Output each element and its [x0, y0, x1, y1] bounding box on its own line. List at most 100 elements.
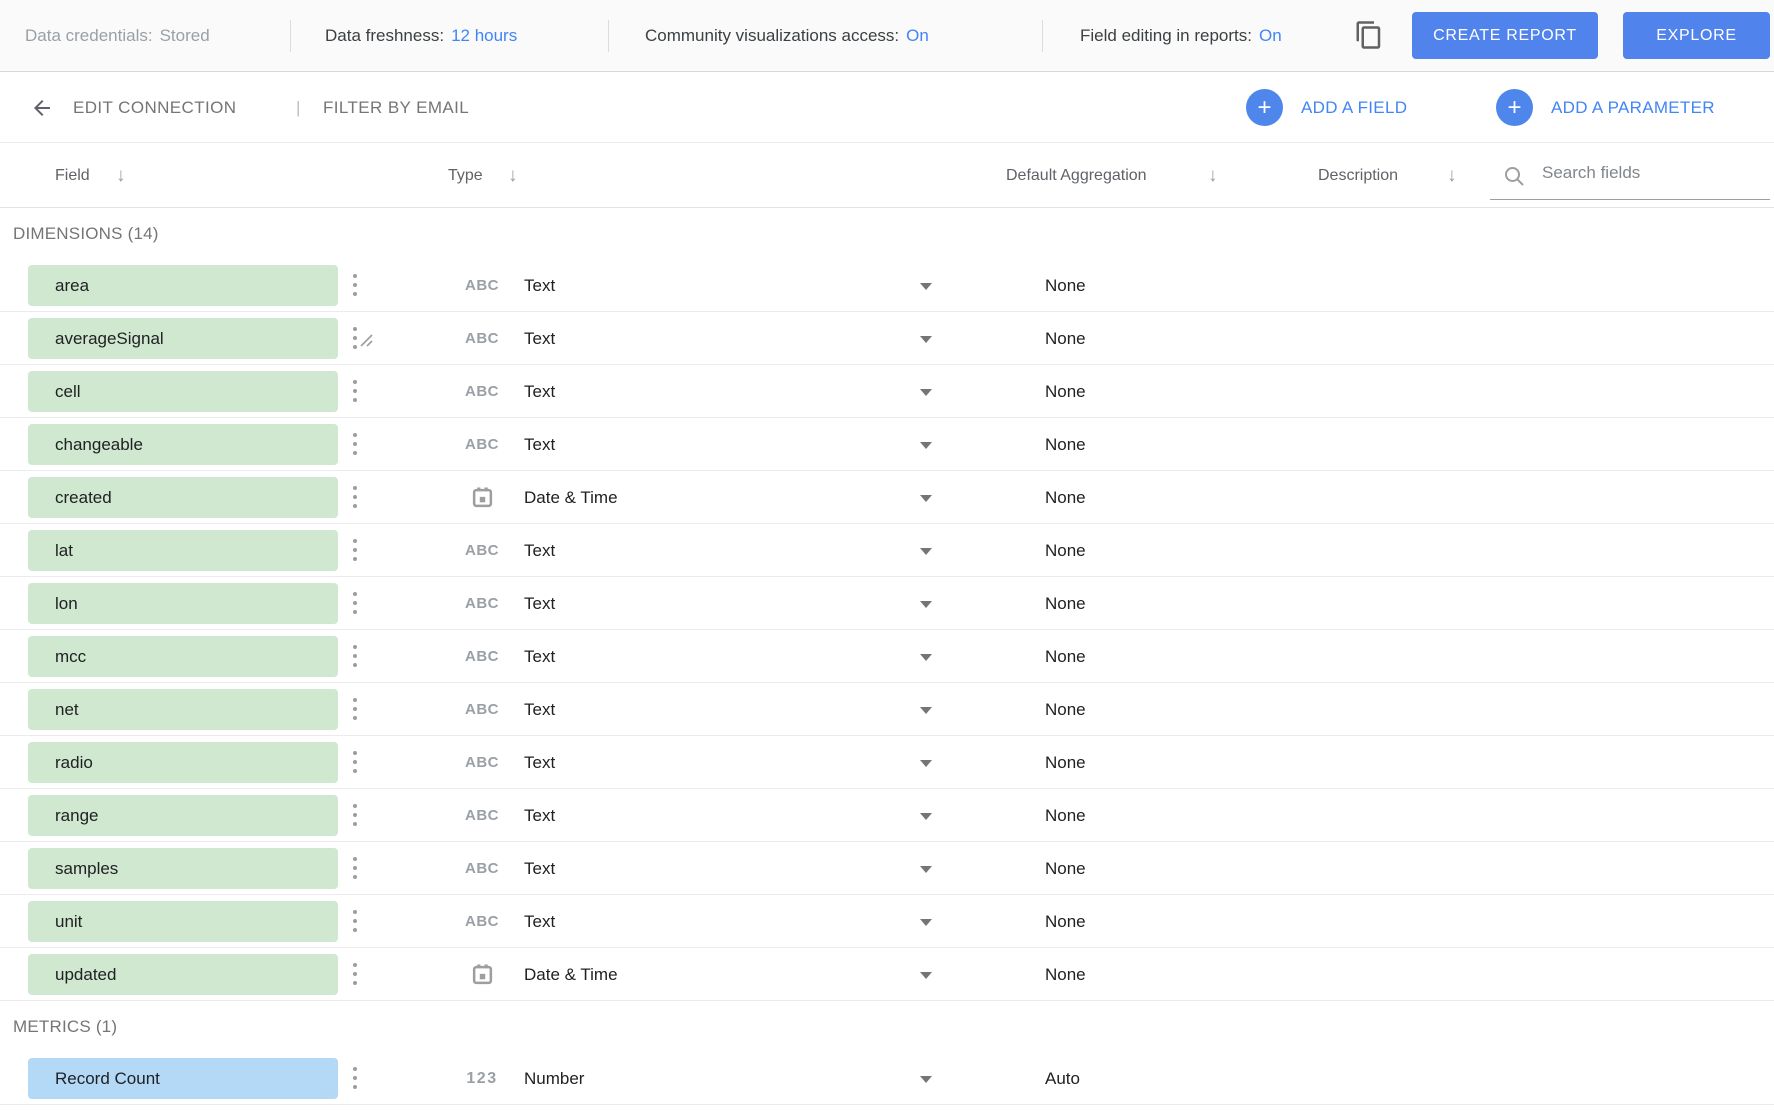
- sort-arrow-icon[interactable]: ↓: [508, 143, 518, 208]
- type-select[interactable]: ABC 123 Date & Time: [460, 471, 935, 524]
- field-pill[interactable]: range: [28, 795, 338, 836]
- more-options-button[interactable]: [348, 375, 362, 407]
- more-options-button[interactable]: [348, 322, 362, 354]
- back-arrow-icon[interactable]: [24, 72, 60, 143]
- copy-icon[interactable]: [1352, 19, 1386, 53]
- more-options-button[interactable]: [348, 905, 362, 937]
- more-options-button[interactable]: [348, 958, 362, 990]
- field-pill[interactable]: updated: [28, 954, 338, 995]
- field-name: lat: [55, 541, 73, 561]
- sort-arrow-icon[interactable]: ↓: [1208, 143, 1218, 208]
- field-row: averageSignal ABC 123 Text None: [0, 312, 1774, 365]
- dropdown-caret-icon: [920, 548, 932, 561]
- field-name: radio: [55, 753, 93, 773]
- field-list: DIMENSIONS (14) area ABC 123 Text None a…: [0, 208, 1774, 1105]
- plus-icon: +: [1496, 89, 1533, 126]
- type-select[interactable]: ABC 123 Text: [460, 312, 935, 365]
- more-options-button[interactable]: [348, 481, 362, 513]
- data-freshness-value-link[interactable]: 12 hours: [451, 26, 517, 46]
- search-fields-input[interactable]: [1490, 147, 1770, 200]
- field-editing-value-link[interactable]: On: [1259, 26, 1282, 46]
- column-type: Type: [448, 143, 483, 208]
- type-label: Date & Time: [524, 965, 618, 985]
- dropdown-caret-icon: [920, 389, 932, 402]
- field-pill[interactable]: cell: [28, 371, 338, 412]
- field-name: net: [55, 700, 79, 720]
- type-select[interactable]: ABC 123 Text: [460, 895, 935, 948]
- aggregation-value: None: [1045, 524, 1086, 577]
- type-select[interactable]: ABC 123 Text: [460, 789, 935, 842]
- aggregation-value: None: [1045, 418, 1086, 471]
- field-pill[interactable]: unit: [28, 901, 338, 942]
- field-pill[interactable]: changeable: [28, 424, 338, 465]
- field-pill[interactable]: averageSignal: [28, 318, 338, 359]
- explore-button[interactable]: EXPLORE: [1623, 12, 1770, 59]
- more-options-button[interactable]: [348, 534, 362, 566]
- search-fields-box: [1490, 143, 1770, 208]
- type-select[interactable]: ABC 123 Text: [460, 365, 935, 418]
- dropdown-caret-icon: [920, 1076, 932, 1089]
- create-report-button[interactable]: CREATE REPORT: [1412, 12, 1598, 59]
- type-select[interactable]: ABC 123 Text: [460, 418, 935, 471]
- section-title: DIMENSIONS (14): [0, 208, 1774, 259]
- type-select[interactable]: ABC 123 Text: [460, 577, 935, 630]
- dropdown-caret-icon: [920, 336, 932, 349]
- field-pill[interactable]: net: [28, 689, 338, 730]
- more-options-button[interactable]: [348, 269, 362, 301]
- add-a-parameter-button[interactable]: + ADD A PARAMETER: [1496, 72, 1715, 143]
- filter-by-email-button[interactable]: FILTER BY EMAIL: [323, 72, 469, 143]
- text-type-icon: ABC: [460, 807, 504, 824]
- more-options-button[interactable]: [348, 799, 362, 831]
- more-options-button[interactable]: [348, 428, 362, 460]
- aggregation-value: None: [1045, 259, 1086, 312]
- text-type-icon: ABC: [460, 383, 504, 400]
- type-select[interactable]: ABC 123 Number: [460, 1052, 935, 1105]
- aggregation-value: None: [1045, 312, 1086, 365]
- divider: [608, 20, 609, 52]
- type-select[interactable]: ABC 123 Text: [460, 259, 935, 312]
- community-viz-value-link[interactable]: On: [906, 26, 929, 46]
- type-label: Number: [524, 1069, 584, 1089]
- add-a-field-button[interactable]: + ADD A FIELD: [1246, 72, 1407, 143]
- more-options-button[interactable]: [348, 852, 362, 884]
- field-pill[interactable]: radio: [28, 742, 338, 783]
- type-select[interactable]: ABC 123 Text: [460, 842, 935, 895]
- type-label: Text: [524, 382, 555, 402]
- text-type-icon: ABC: [460, 595, 504, 612]
- more-options-button[interactable]: [348, 1062, 362, 1094]
- field-name: unit: [55, 912, 82, 932]
- more-options-button[interactable]: [348, 587, 362, 619]
- field-pill[interactable]: Record Count: [28, 1058, 338, 1099]
- column-description: Description: [1318, 143, 1398, 208]
- field-name: created: [55, 488, 112, 508]
- aggregation-value: None: [1045, 683, 1086, 736]
- text-type-icon: ABC: [460, 754, 504, 771]
- type-label: Text: [524, 806, 555, 826]
- data-credentials-status: Data credentials: Stored: [25, 0, 210, 72]
- calendar-icon: [460, 486, 504, 509]
- field-editing-status: Field editing in reports: On: [1080, 0, 1282, 72]
- aggregation-value: None: [1045, 577, 1086, 630]
- type-select[interactable]: ABC 123 Text: [460, 630, 935, 683]
- dropdown-caret-icon: [920, 760, 932, 773]
- field-pill[interactable]: lat: [28, 530, 338, 571]
- sort-arrow-icon[interactable]: ↓: [116, 143, 126, 208]
- field-pill[interactable]: samples: [28, 848, 338, 889]
- more-options-button[interactable]: [348, 693, 362, 725]
- type-select[interactable]: ABC 123 Text: [460, 524, 935, 577]
- aggregation-value: None: [1045, 895, 1086, 948]
- more-options-button[interactable]: [348, 746, 362, 778]
- field-pill[interactable]: area: [28, 265, 338, 306]
- more-options-button[interactable]: [348, 640, 362, 672]
- type-select[interactable]: ABC 123 Date & Time: [460, 948, 935, 1001]
- edit-connection-button[interactable]: EDIT CONNECTION: [73, 72, 236, 143]
- type-select[interactable]: ABC 123 Text: [460, 683, 935, 736]
- field-pill[interactable]: created: [28, 477, 338, 518]
- type-select[interactable]: ABC 123 Text: [460, 736, 935, 789]
- field-pill[interactable]: mcc: [28, 636, 338, 677]
- aggregation-value[interactable]: Auto: [1045, 1052, 1080, 1105]
- field-row: radio ABC 123 Text None: [0, 736, 1774, 789]
- field-pill[interactable]: lon: [28, 583, 338, 624]
- type-label: Text: [524, 435, 555, 455]
- sort-arrow-icon[interactable]: ↓: [1447, 143, 1457, 208]
